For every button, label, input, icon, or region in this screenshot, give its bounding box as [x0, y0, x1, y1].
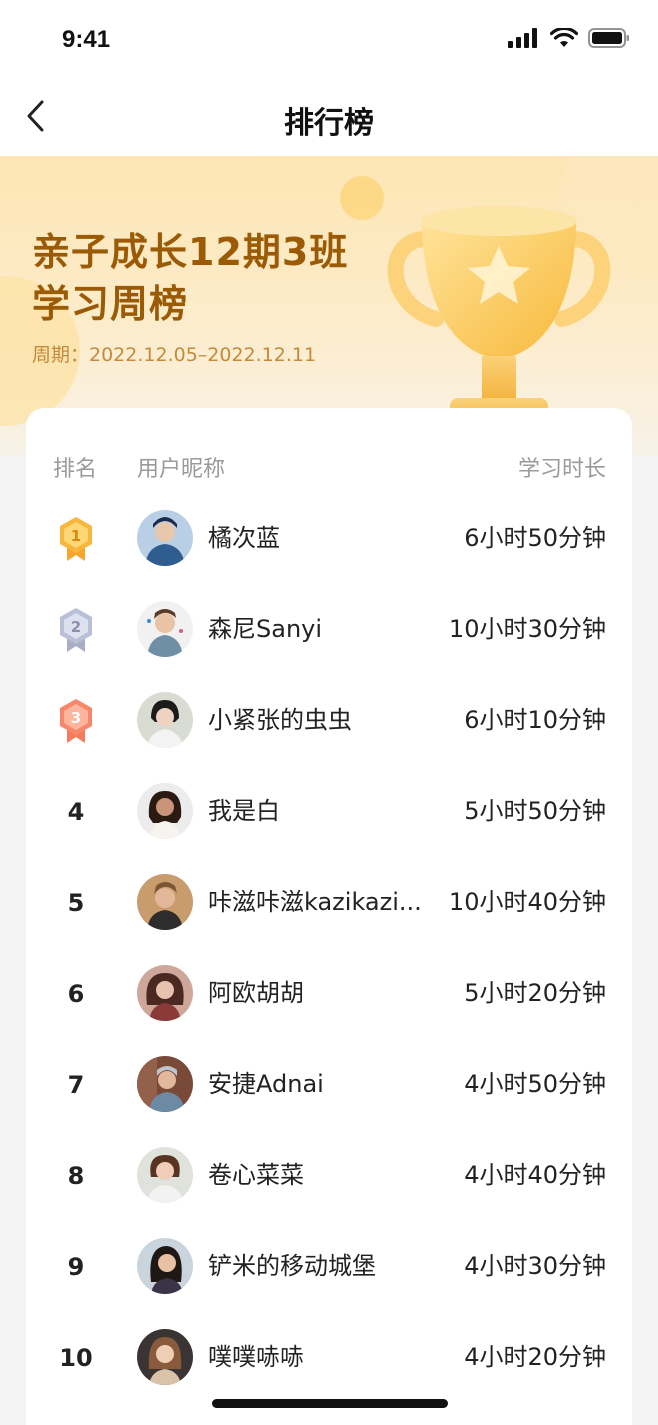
rank-number: 10 — [59, 1343, 93, 1372]
nickname: 咔滋咔滋kazikazi... — [208, 888, 422, 916]
avatar[interactable] — [137, 1056, 193, 1112]
rank-cell: 1 — [53, 493, 99, 584]
nickname: 我是白 — [208, 797, 280, 825]
avatar[interactable] — [137, 1329, 193, 1385]
banner-title-line1: 亲子成长12期3班 — [32, 230, 349, 274]
leaderboard-row[interactable]: 2 森尼Sanyi 10小时30分钟 — [26, 584, 632, 675]
avatar[interactable] — [137, 965, 193, 1021]
header-duration: 学习时长 — [517, 457, 606, 482]
nav-bar: 排行榜 — [0, 80, 658, 156]
nickname: 噗噗哧哧 — [208, 1343, 304, 1371]
study-duration: 10小时40分钟 — [448, 888, 606, 916]
rank-number: 8 — [67, 1161, 85, 1190]
header-rank: 排名 — [53, 457, 98, 482]
leaderboard-card: 排名 用户昵称 学习时长 1 橘次蓝 6小时50分钟 2 森尼Sanyi 10小… — [26, 408, 632, 1425]
study-duration: 4小时40分钟 — [464, 1161, 606, 1189]
rank-number: 6 — [67, 979, 85, 1008]
leaderboard-row[interactable]: 10 噗噗哧哧 4小时20分钟 — [26, 1312, 632, 1403]
avatar[interactable] — [137, 601, 193, 657]
silver-medal-icon: 2 — [60, 607, 92, 652]
avatar[interactable] — [137, 692, 193, 748]
avatar[interactable] — [137, 783, 193, 839]
status-icons — [508, 28, 630, 48]
rank-number: 7 — [67, 1070, 85, 1099]
wifi-icon — [550, 28, 578, 47]
avatar[interactable] — [137, 1238, 193, 1294]
avatar[interactable] — [137, 510, 193, 566]
rank-number: 4 — [67, 797, 85, 826]
study-duration: 5小时20分钟 — [464, 979, 606, 1007]
rank-number: 9 — [67, 1252, 85, 1281]
study-duration: 5小时50分钟 — [464, 797, 606, 825]
leaderboard-row[interactable]: 9 铲米的移动城堡 4小时30分钟 — [26, 1221, 632, 1312]
svg-text:2: 2 — [71, 618, 81, 636]
study-duration: 6小时50分钟 — [464, 524, 606, 552]
study-duration: 4小时20分钟 — [464, 1343, 606, 1371]
study-duration: 6小时10分钟 — [464, 706, 606, 734]
nickname: 铲米的移动城堡 — [208, 1252, 376, 1280]
rank-cell: 2 — [53, 584, 99, 675]
svg-text:3: 3 — [71, 709, 81, 727]
rank-number: 5 — [67, 888, 85, 917]
bronze-medal-icon: 3 — [60, 698, 92, 743]
banner-title: 亲子成长12期3班 学习周榜 — [32, 226, 348, 330]
home-indicator — [212, 1399, 448, 1408]
avatar[interactable] — [137, 874, 193, 930]
nickname: 橘次蓝 — [208, 524, 280, 552]
study-duration: 4小时50分钟 — [464, 1070, 606, 1098]
leaderboard-row[interactable]: 6 阿欧胡胡 5小时20分钟 — [26, 948, 632, 1039]
trophy-icon — [384, 206, 611, 444]
banner-title-line2: 学习周榜 — [32, 282, 189, 326]
svg-text:1: 1 — [71, 527, 81, 545]
header-nickname: 用户昵称 — [137, 457, 226, 482]
battery-icon — [588, 28, 629, 48]
study-duration: 4小时30分钟 — [464, 1252, 606, 1280]
status-time: 9:41 — [62, 26, 111, 53]
study-duration: 10小时30分钟 — [448, 615, 606, 643]
leaderboard-row[interactable]: 1 橘次蓝 6小时50分钟 — [26, 493, 632, 584]
leaderboard-row[interactable]: 4 我是白 5小时50分钟 — [26, 766, 632, 857]
avatar[interactable] — [137, 1147, 193, 1203]
leaderboard-row[interactable]: 5 咔滋咔滋kazikazi... 10小时40分钟 — [26, 857, 632, 948]
nickname: 安捷Adnai — [208, 1070, 324, 1098]
nickname: 小紧张的虫虫 — [208, 706, 352, 734]
status-bar: 9:41 — [0, 0, 658, 80]
nickname: 阿欧胡胡 — [208, 979, 304, 1007]
leaderboard-row[interactable]: 7 安捷Adnai 4小时50分钟 — [26, 1039, 632, 1130]
nickname: 森尼Sanyi — [208, 615, 323, 643]
banner-period: 周期：2022.12.05–2022.12.11 — [32, 344, 317, 366]
leaderboard-row[interactable]: 8 卷心菜菜 4小时40分钟 — [26, 1130, 632, 1221]
rank-cell: 3 — [53, 675, 99, 766]
leaderboard-row[interactable]: 3 小紧张的虫虫 6小时10分钟 — [26, 675, 632, 766]
page-title: 排行榜 — [284, 106, 374, 141]
signal-icon — [508, 28, 537, 48]
nickname: 卷心菜菜 — [208, 1161, 304, 1189]
gold-medal-icon: 1 — [60, 516, 92, 561]
